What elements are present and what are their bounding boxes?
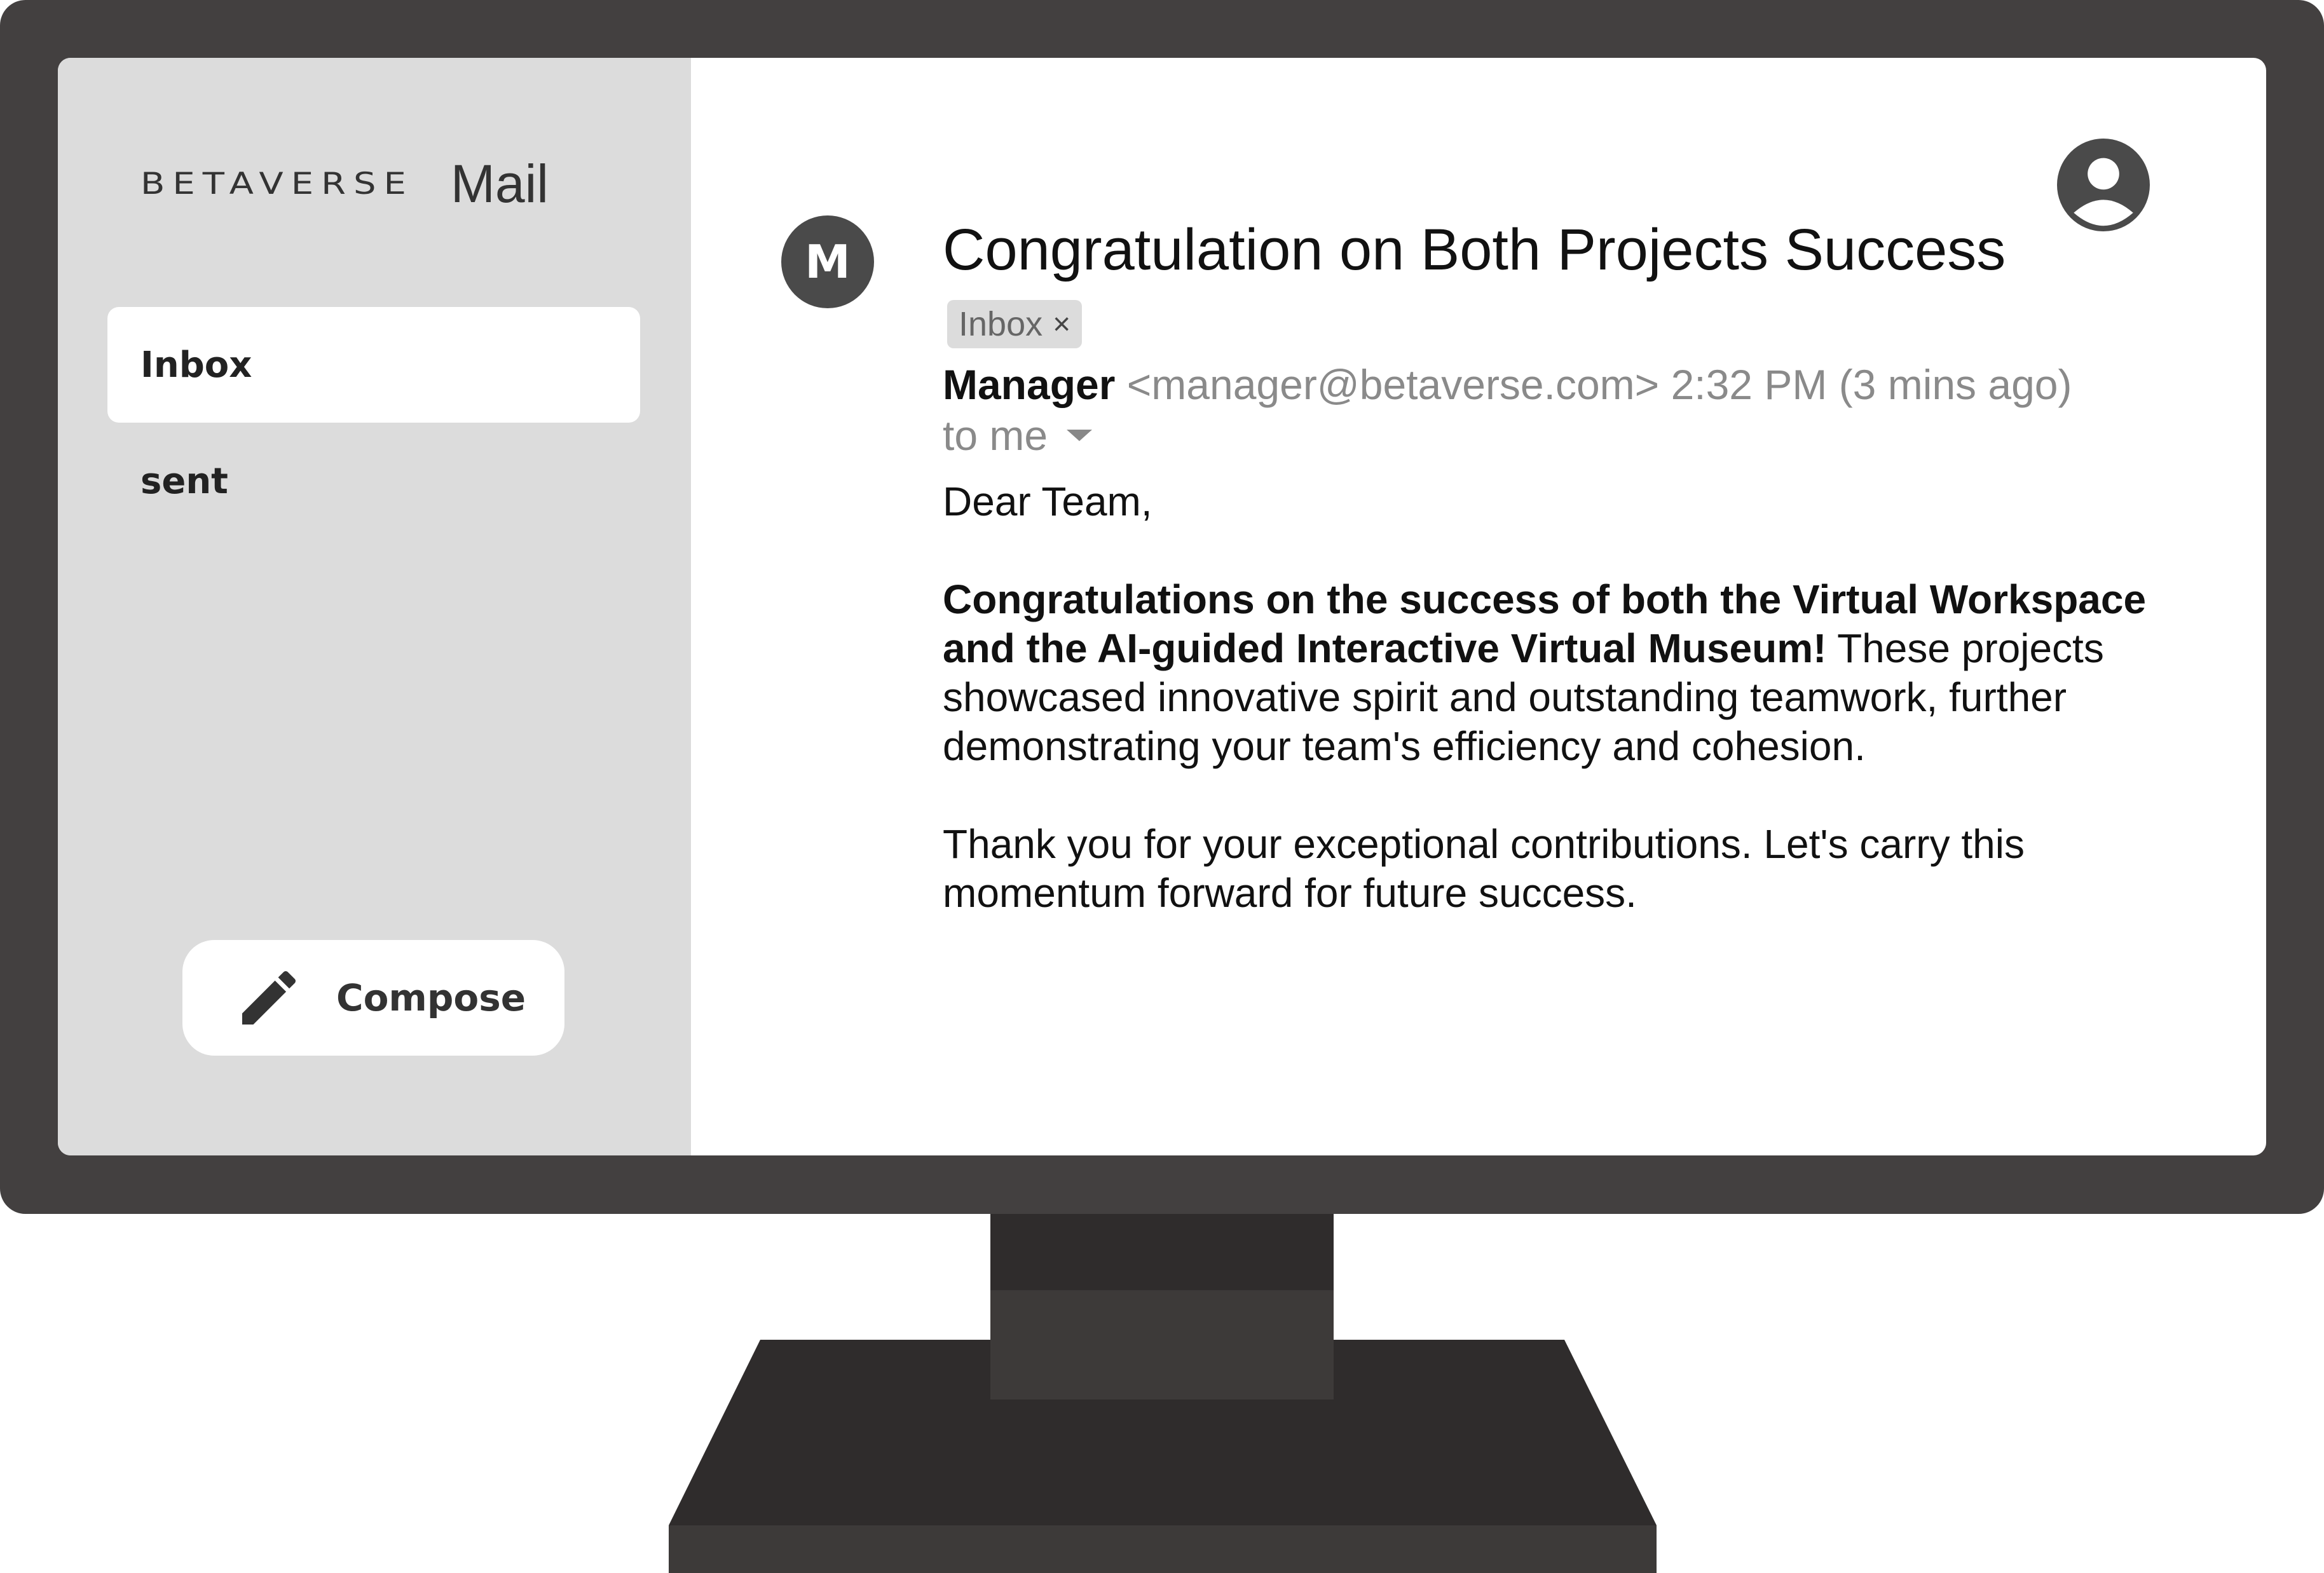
sender-line: Manager <manager@betaverse.com> 2:32 PM … (943, 360, 2072, 409)
label-chip-inbox: Inbox × (947, 300, 1083, 348)
monitor-bezel: BETAVERSE Mail Inbox sent Compose M Cong… (0, 0, 2324, 1214)
sidebar-item-sent[interactable]: sent (107, 423, 640, 539)
account-circle-icon[interactable] (2057, 139, 2150, 231)
recipient-text: to me (943, 412, 1048, 459)
recipient-line: to me (943, 411, 1093, 460)
remove-label-icon[interactable]: × (1053, 307, 1070, 342)
email-paragraph-1: Congratulations on the success of both t… (943, 575, 2150, 771)
email-greeting: Dear Team, (943, 479, 1152, 524)
label-chip-text: Inbox (959, 305, 1043, 343)
sidebar-item-label: sent (140, 460, 228, 502)
sender-initial: M (805, 235, 851, 289)
sidebar-item-label: Inbox (140, 344, 252, 386)
email-paragraph-2: Thank you for your exceptional contribut… (943, 821, 2025, 916)
monitor-illustration: BETAVERSE Mail Inbox sent Compose M Cong… (0, 0, 2324, 1573)
sidebar-item-inbox[interactable]: Inbox (107, 307, 640, 423)
compose-button[interactable]: Compose (182, 940, 564, 1056)
monitor-neck-lower (990, 1290, 1334, 1399)
sender-avatar: M (781, 215, 874, 308)
caret-down-icon[interactable] (1067, 430, 1093, 441)
sidebar: BETAVERSE Mail Inbox sent Compose (58, 58, 691, 1155)
product-name: Mail (450, 154, 549, 214)
timestamp: 2:32 PM (3 mins ago) (1671, 361, 2072, 408)
brand-wordmark: BETAVERSE (140, 166, 414, 202)
sender-name[interactable]: Manager (943, 361, 1115, 408)
sender-email: <manager@betaverse.com> (1126, 361, 1660, 408)
email-subject: Congratulation on Both Projects Success (943, 217, 2006, 282)
mail-app-window: BETAVERSE Mail Inbox sent Compose M Cong… (58, 58, 2266, 1155)
app-logo: BETAVERSE Mail (140, 153, 549, 215)
pencil-icon (242, 970, 296, 1025)
monitor-neck-upper (990, 1214, 1334, 1290)
compose-label: Compose (336, 976, 526, 1019)
